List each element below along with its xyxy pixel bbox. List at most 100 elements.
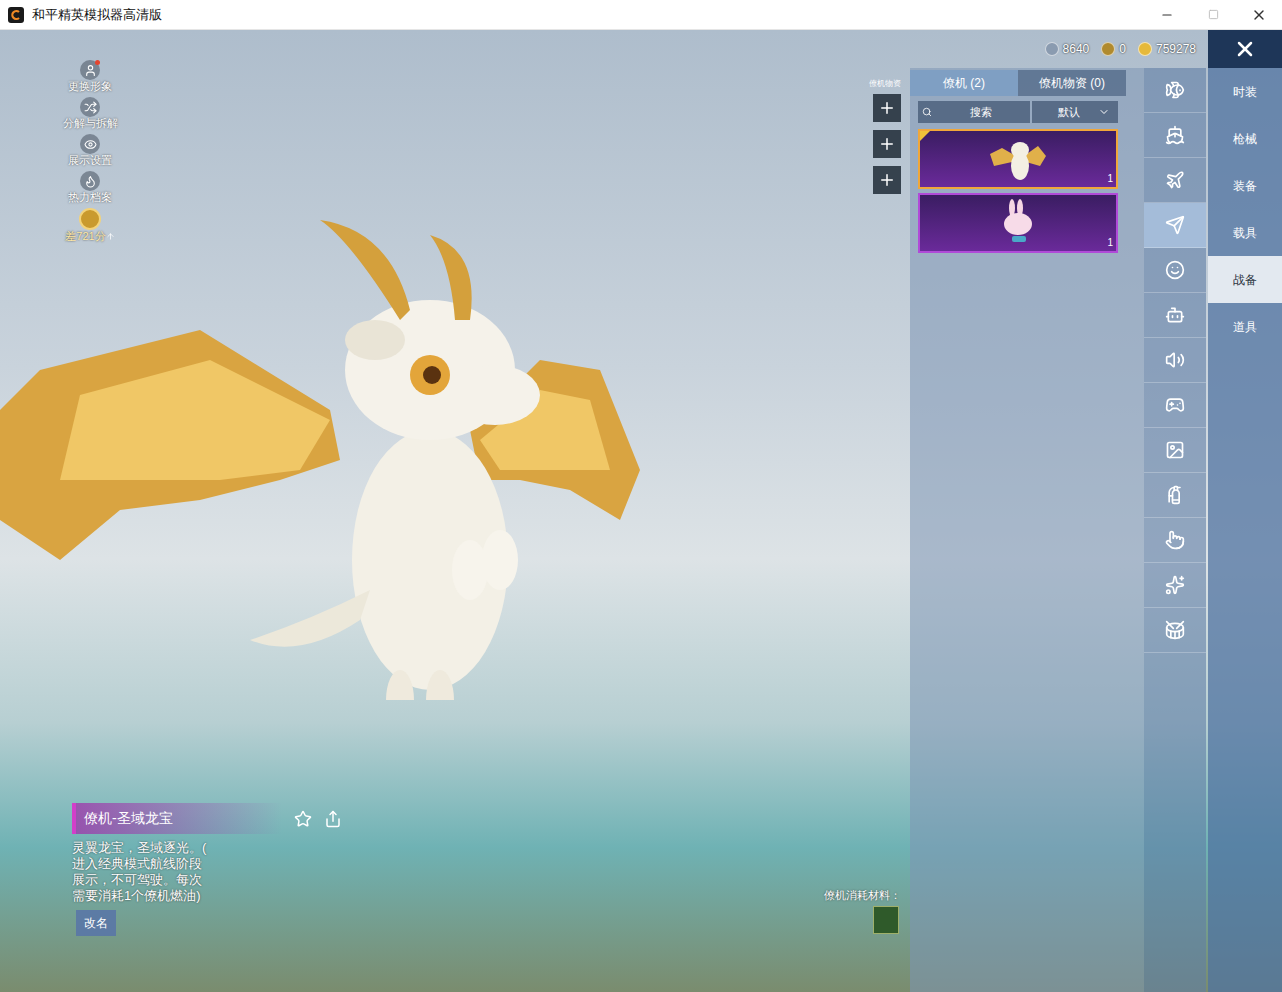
- panel-tab[interactable]: 僚机 (2): [910, 70, 1018, 96]
- fuel-item-icon[interactable]: [873, 906, 899, 934]
- category-icon: [1165, 620, 1185, 640]
- window-title: 和平精英模拟器高清版: [32, 5, 162, 25]
- currency-icon: [1101, 42, 1115, 56]
- item-panel: 僚机 (2)僚机物资 (0) 搜索默认 1 1: [910, 68, 1144, 992]
- category-icon: [1165, 485, 1185, 505]
- menu-item-icon: [84, 138, 97, 151]
- currency-icon: [1138, 42, 1152, 56]
- material-label: 僚机消耗材料：: [824, 887, 901, 904]
- left-menu-item[interactable]: 更换形象: [68, 60, 112, 93]
- icon-tab[interactable]: [1144, 293, 1206, 338]
- arrow-up-icon: [106, 232, 115, 241]
- plus-icon: [878, 135, 896, 153]
- left-menu-item[interactable]: 展示设置: [68, 134, 112, 167]
- maximize-icon: [1208, 9, 1219, 20]
- plus-panel-label: 僚机物资: [869, 78, 901, 90]
- favorite-icon[interactable]: [294, 810, 312, 828]
- left-menu: 更换形象分解与拆解展示设置热力档案差721分: [45, 60, 135, 243]
- icon-tab[interactable]: [1144, 428, 1206, 473]
- category-item[interactable]: 装备: [1208, 162, 1282, 209]
- equipped-check-icon: [920, 131, 930, 141]
- close-x-icon: [1233, 37, 1257, 61]
- left-menu-item[interactable]: 热力档案: [68, 171, 112, 204]
- category-icon: [1165, 575, 1185, 595]
- dragon-thumbnail-icon: [988, 134, 1048, 184]
- plus-icon: [878, 99, 896, 117]
- icon-tab[interactable]: [1144, 608, 1206, 653]
- dragon-figure: [0, 180, 660, 700]
- category-icon: [1165, 170, 1185, 190]
- category-icon: [1165, 530, 1185, 550]
- category-item[interactable]: 枪械: [1208, 115, 1282, 162]
- icon-tab[interactable]: [1144, 473, 1206, 518]
- category-icon: [1165, 215, 1185, 235]
- card-count: 1: [1107, 171, 1113, 186]
- icon-tab[interactable]: [1144, 248, 1206, 293]
- plus-icon: [878, 171, 896, 189]
- item-description: 灵翼龙宝，圣域逐光。(进入经典模式航线阶段展示，不可驾驶。每次需要消耗1个僚机燃…: [72, 840, 820, 904]
- category-icon: [1165, 350, 1185, 370]
- add-button[interactable]: [873, 130, 901, 158]
- search-icon: [922, 107, 932, 117]
- stage: 更换形象分解与拆解展示设置热力档案差721分僚机-圣域龙宝灵翼龙宝，圣域逐光。(…: [0, 68, 820, 992]
- rename-button[interactable]: 改名: [76, 910, 116, 936]
- add-button[interactable]: [873, 166, 901, 194]
- category-icon: [1165, 260, 1185, 280]
- currency-item: 759278: [1138, 40, 1196, 58]
- maximize-button[interactable]: [1190, 0, 1236, 30]
- left-menu-item[interactable]: 分解与拆解: [63, 97, 118, 130]
- panel-tabs: 僚机 (2)僚机物资 (0): [910, 70, 1126, 96]
- item-title: 僚机-圣域龙宝: [72, 803, 282, 834]
- menu-item-icon: [84, 64, 97, 77]
- category-icon: [1165, 440, 1185, 460]
- minimize-button[interactable]: [1144, 0, 1190, 30]
- app-window: 和平精英模拟器高清版 8640 0 759278 更换形象分解与拆解展示设置热力档案差7…: [0, 0, 1282, 992]
- category-item[interactable]: 战备: [1208, 256, 1282, 303]
- notification-dot: [95, 60, 100, 65]
- currency-item: 8640: [1045, 40, 1090, 58]
- rank-badge-icon: [79, 208, 101, 230]
- score-badge[interactable]: 差721分: [65, 208, 114, 243]
- close-window-button[interactable]: [1236, 0, 1282, 30]
- currency-item: 0: [1101, 40, 1126, 58]
- icon-tab[interactable]: [1144, 158, 1206, 203]
- game-screen: 8640 0 759278 更换形象分解与拆解展示设置热力档案差721分僚机-圣域龙宝…: [0, 30, 1282, 992]
- category-icon: [1165, 125, 1185, 145]
- search-field[interactable]: 搜索: [918, 101, 1030, 123]
- category-item[interactable]: 载具: [1208, 209, 1282, 256]
- wingman-card[interactable]: 1: [918, 129, 1118, 189]
- icon-tab[interactable]: [1144, 563, 1206, 608]
- card-count: 1: [1107, 235, 1113, 250]
- plus-column: 僚机物资僚机消耗材料：: [820, 68, 910, 992]
- icon-tab[interactable]: [1144, 68, 1206, 113]
- category-icon: [1165, 305, 1185, 325]
- close-button[interactable]: [1208, 30, 1282, 68]
- category-icon: [1165, 395, 1185, 415]
- category-column: 时装枪械装备载具战备道具: [1208, 30, 1282, 992]
- category-icon: [1165, 80, 1185, 100]
- currency-icon: [1045, 42, 1059, 56]
- category-item[interactable]: 时装: [1208, 68, 1282, 115]
- sort-dropdown[interactable]: 默认: [1032, 101, 1118, 123]
- panel-tab[interactable]: 僚机物资 (0): [1018, 70, 1126, 96]
- icon-tab[interactable]: [1144, 203, 1206, 248]
- category-item[interactable]: 道具: [1208, 303, 1282, 350]
- chevron-down-icon: [1098, 106, 1110, 118]
- info-box: 僚机-圣域龙宝灵翼龙宝，圣域逐光。(进入经典模式航线阶段展示，不可驾驶。每次需要…: [72, 803, 820, 936]
- menu-item-icon: [84, 175, 97, 188]
- app-logo-icon: [8, 7, 24, 23]
- rabbit-thumbnail-icon: [988, 198, 1048, 248]
- close-icon: [1251, 7, 1267, 23]
- title-bar: 和平精英模拟器高清版: [0, 0, 1282, 30]
- minimize-icon: [1160, 8, 1174, 22]
- share-icon[interactable]: [324, 810, 342, 828]
- icon-tabs: [1144, 68, 1206, 992]
- icon-tab[interactable]: [1144, 518, 1206, 563]
- wingman-card[interactable]: 1: [918, 193, 1118, 253]
- add-button[interactable]: [873, 94, 901, 122]
- currency-bar: 8640 0 759278: [0, 30, 1208, 68]
- icon-tab[interactable]: [1144, 113, 1206, 158]
- menu-item-icon: [84, 101, 97, 114]
- icon-tab[interactable]: [1144, 338, 1206, 383]
- icon-tab[interactable]: [1144, 383, 1206, 428]
